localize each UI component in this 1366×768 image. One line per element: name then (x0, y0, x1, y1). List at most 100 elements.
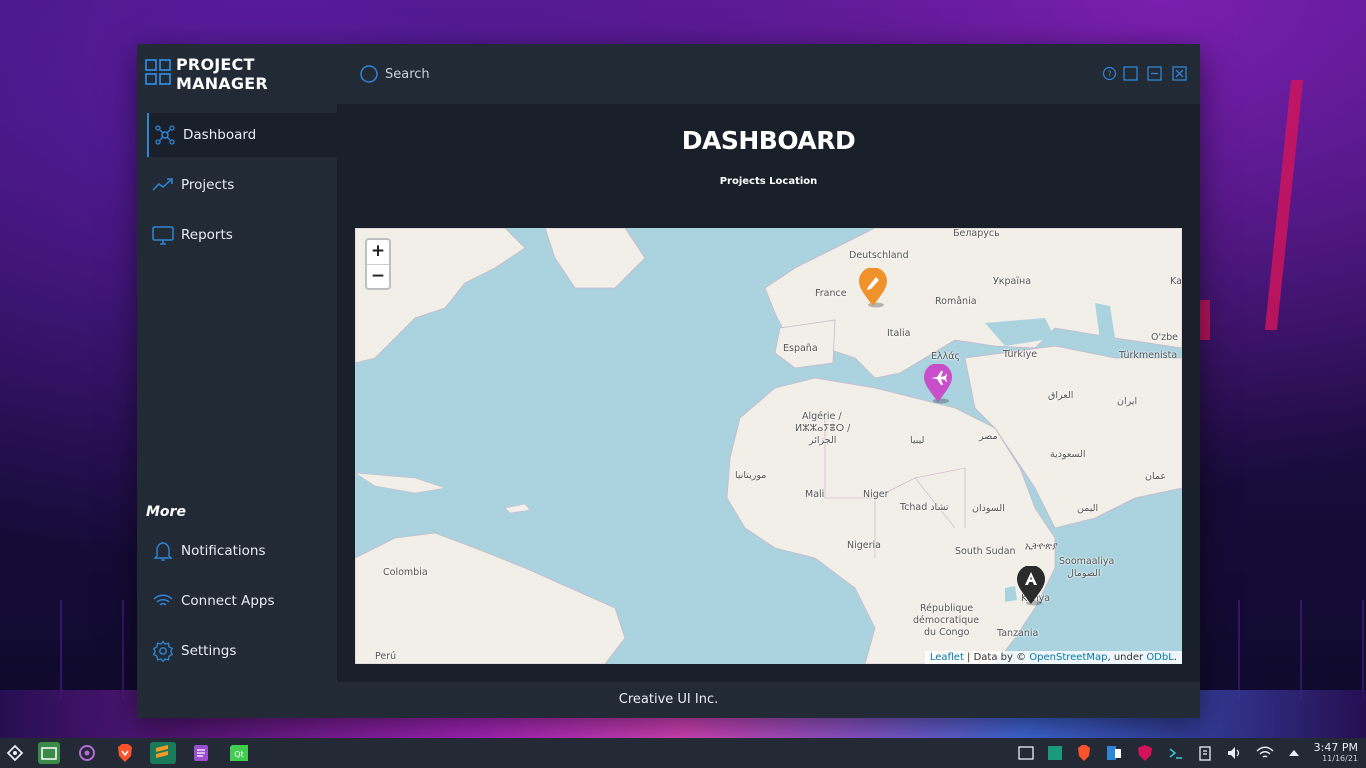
bell-icon (152, 540, 174, 562)
files-icon[interactable] (38, 742, 60, 764)
zoom-in-button[interactable]: + (367, 240, 389, 264)
map-label: Mali (805, 489, 825, 500)
gear-icon (152, 640, 174, 662)
map-label: South Sudan (955, 546, 1016, 557)
qt-creator-icon[interactable]: Qt (228, 742, 250, 764)
map-label: du Congo (924, 627, 970, 638)
clock-date: 11/16/21 (1322, 754, 1358, 763)
sublime-text-icon[interactable] (150, 742, 176, 764)
office-tray-icon[interactable] (1105, 744, 1123, 762)
map-label: ایران (1117, 396, 1138, 407)
svg-text:Qt: Qt (234, 750, 243, 759)
map-label: démocratique (913, 615, 980, 626)
projects-map[interactable]: Беларусь Deutschland Україна France Româ… (355, 228, 1182, 664)
map-label: عمان (1145, 471, 1167, 482)
app-window: PROJECT MANAGER Dashboard Projects Repor… (137, 44, 1200, 718)
help-icon[interactable]: ? (1102, 66, 1117, 81)
search-input[interactable] (385, 63, 685, 85)
map-label: موريتانيا (735, 470, 767, 481)
map-marker-kenya[interactable] (1016, 565, 1046, 606)
attribution-text: , under (1107, 652, 1147, 663)
sidebar-item-label: Dashboard (183, 127, 257, 143)
maximize-icon[interactable] (1123, 66, 1138, 81)
map-label: Türkmenista (1119, 350, 1178, 361)
sidebar-item-notifications[interactable]: Notifications (147, 529, 337, 573)
map-label: العراق (1048, 390, 1074, 401)
sidebar-item-projects[interactable]: Projects (147, 163, 337, 207)
map-label: France (815, 288, 847, 299)
notes-icon[interactable] (190, 742, 212, 764)
map-label: Ελλάς (931, 351, 961, 362)
map-label: اليمن (1077, 503, 1099, 514)
volume-icon[interactable] (1226, 744, 1244, 762)
sidebar-item-dashboard[interactable]: Dashboard (147, 113, 337, 157)
sidebar-item-reports[interactable]: Reports (147, 213, 337, 257)
monitor-icon (152, 224, 174, 246)
page-subtitle: Projects Location (719, 176, 818, 187)
map-label: Tanzania (997, 628, 1039, 639)
attribution-text: . (1173, 652, 1177, 663)
map-label: Nigeria (847, 540, 881, 551)
map-label: Tchad تشاد (900, 502, 949, 513)
map-label: Soomaaliya (1059, 556, 1115, 567)
dashboard-icon (154, 124, 176, 146)
terminal-tray-icon[interactable] (1167, 744, 1185, 762)
map-label: Niger (863, 489, 889, 500)
taskbar: Qt 3:47 PM 11/16/21 (0, 738, 1366, 768)
wallpaper-stripe (1264, 80, 1304, 330)
map-label: ⵍⵣⵣⴰⵢⴻⵔ / (795, 423, 851, 434)
search-icon[interactable] (359, 64, 379, 88)
settings-app-icon[interactable] (76, 742, 98, 764)
map-label: Беларусь (953, 228, 1000, 239)
osm-link[interactable]: OpenStreetMap (1029, 652, 1107, 663)
tray-expand-icon[interactable] (1285, 744, 1303, 762)
map-label: Algérie / (802, 411, 842, 422)
map-label: Colombia (383, 567, 428, 578)
show-desktop-icon[interactable] (1017, 744, 1035, 762)
sidebar: PROJECT MANAGER Dashboard Projects Repor… (137, 44, 337, 682)
map-label: الجزائر (809, 435, 837, 446)
map-label: السودان (972, 503, 1005, 514)
map-label: Україна (993, 276, 1032, 287)
app-title: PROJECT MANAGER (176, 55, 268, 93)
map-label: مصر (979, 431, 998, 442)
sidebar-item-settings[interactable]: Settings (147, 629, 337, 673)
leaflet-link[interactable]: Leaflet (930, 652, 964, 663)
map-label: O'zbe (1151, 332, 1178, 343)
clipboard-icon[interactable] (1196, 744, 1214, 762)
brave-browser-icon[interactable] (114, 742, 136, 764)
map-label: Ka (1170, 276, 1182, 287)
map-label: Perú (375, 651, 397, 662)
minimize-icon[interactable] (1147, 66, 1162, 81)
map-label: السعودية (1050, 449, 1086, 460)
sidebar-item-label: Settings (181, 643, 237, 659)
app-launcher-icon[interactable] (4, 742, 26, 764)
trend-icon (152, 174, 174, 196)
map-label: Deutschland (849, 250, 909, 261)
map-land (355, 228, 1182, 664)
app-tray-icon[interactable] (1046, 744, 1064, 762)
brave-tray-icon[interactable] (1075, 744, 1093, 762)
map-label: Türkiye (1003, 349, 1038, 360)
sidebar-item-label: Notifications (181, 543, 266, 559)
security-tray-icon[interactable] (1136, 744, 1154, 762)
wifi-icon (152, 590, 174, 612)
footer: Creative UI Inc. (137, 682, 1200, 718)
map-label: ኢትዮጵያ (1025, 541, 1058, 552)
odbl-link[interactable]: ODbL (1146, 652, 1174, 663)
map-label: الصومال (1067, 568, 1101, 579)
clock-time: 3:47 PM (1313, 741, 1358, 754)
clock[interactable]: 3:47 PM 11/16/21 (1314, 741, 1358, 764)
map-marker-italy[interactable] (858, 267, 888, 308)
map-attribution: Leaflet | Data by © OpenStreetMap, under… (924, 651, 1182, 664)
network-icon[interactable] (1256, 744, 1274, 762)
svg-text:?: ? (1107, 70, 1111, 79)
map-label: România (935, 296, 977, 307)
more-heading: More (146, 504, 186, 520)
top-bar: ? (337, 44, 1200, 104)
sidebar-item-connect-apps[interactable]: Connect Apps (147, 579, 337, 623)
sidebar-item-label: Connect Apps (181, 593, 275, 609)
zoom-out-button[interactable]: − (367, 264, 389, 288)
close-icon[interactable] (1172, 66, 1187, 81)
map-marker-libya[interactable] (923, 363, 953, 404)
